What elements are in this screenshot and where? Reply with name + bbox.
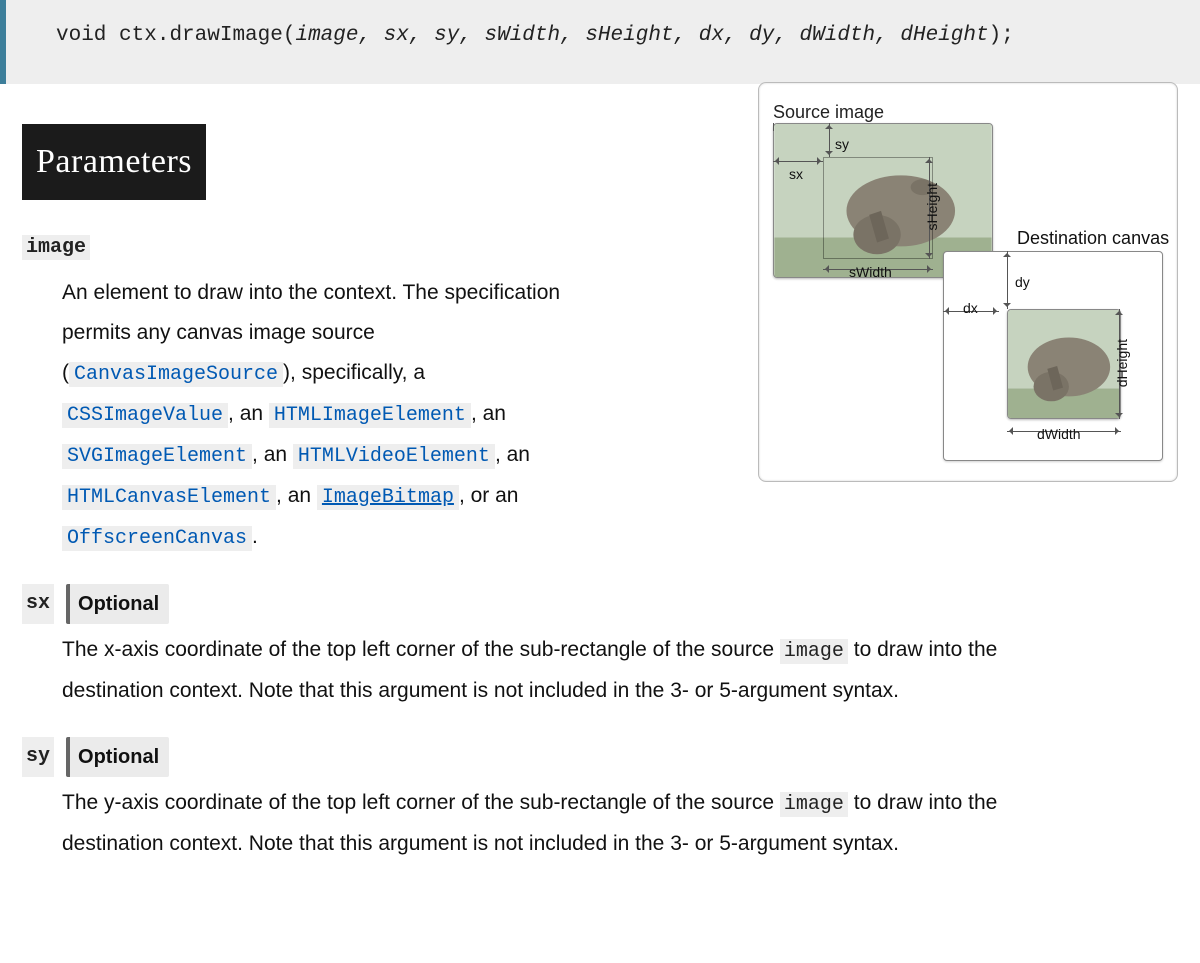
param-image-desc: An element to draw into the context. The… xyxy=(62,273,582,558)
heading-parameters: Parameters xyxy=(22,124,206,201)
link-htmlcanvaselement[interactable]: HTMLCanvasElement xyxy=(62,485,276,510)
keyword-void: void xyxy=(56,24,106,47)
text: , an xyxy=(471,402,506,425)
text: ), specifically, a xyxy=(283,361,425,384)
link-offscreencanvas[interactable]: OffscreenCanvas xyxy=(62,526,252,551)
badge-optional: Optional xyxy=(66,737,169,777)
param-sx-term: sx Optional xyxy=(22,584,1178,624)
label-sy: sy xyxy=(835,131,849,158)
dest-image-thumb xyxy=(1007,309,1121,419)
rhino-icon xyxy=(1008,310,1120,418)
badge-optional: Optional xyxy=(66,584,169,624)
param-sy-term: sy Optional xyxy=(22,737,1178,777)
text: , an xyxy=(276,484,317,507)
signature-args: image, sx, sy, sWidth, sHeight, dx, dy, … xyxy=(295,24,988,47)
label-dx: dx xyxy=(963,295,978,322)
link-cssimagevalue[interactable]: CSSImageValue xyxy=(62,403,228,428)
text: , an xyxy=(228,402,269,425)
text: , an xyxy=(252,443,293,466)
label-sx: sx xyxy=(789,161,803,188)
label-dy: dy xyxy=(1015,269,1030,296)
code-image: image xyxy=(780,639,848,664)
text: The x-axis coordinate of the top left co… xyxy=(62,638,780,661)
text: , an xyxy=(495,443,530,466)
link-imagebitmap[interactable]: ImageBitmap xyxy=(317,485,459,510)
link-htmlvideoelement[interactable]: HTMLVideoElement xyxy=(293,444,495,469)
text: The y-axis coordinate of the top left co… xyxy=(62,791,780,814)
diagram-dest-caption: Destination canvas xyxy=(1017,221,1169,255)
link-canvasimagesource[interactable]: CanvasImageSource xyxy=(69,362,283,387)
label-sheight: sHeight xyxy=(919,183,946,230)
param-sx-desc: The x-axis coordinate of the top left co… xyxy=(62,630,1022,711)
param-sy-desc: The y-axis coordinate of the top left co… xyxy=(62,783,1022,864)
source-crop-rect xyxy=(823,157,933,259)
code-signature: void ctx.drawImage(image, sx, sy, sWidth… xyxy=(0,0,1200,84)
signature-close: ); xyxy=(989,24,1014,47)
signature-call: ctx.drawImage( xyxy=(119,24,295,47)
param-sx-name: sx xyxy=(22,584,54,624)
label-dwidth: dWidth xyxy=(1037,421,1081,448)
param-sy-name: sy xyxy=(22,737,54,777)
drawimage-diagram: Source image sx sy sWidth sHeight D xyxy=(758,82,1178,482)
diagram-container: Source image sx sy sWidth sHeight D xyxy=(758,82,1178,482)
param-image-name: image xyxy=(22,235,90,260)
label-swidth: sWidth xyxy=(849,259,892,286)
text: . xyxy=(252,525,258,548)
text: , or an xyxy=(459,484,519,507)
label-dheight: dHeight xyxy=(1109,339,1136,387)
code-image: image xyxy=(780,792,848,817)
link-htmlimageelement[interactable]: HTMLImageElement xyxy=(269,403,471,428)
link-svgimageelement[interactable]: SVGImageElement xyxy=(62,444,252,469)
